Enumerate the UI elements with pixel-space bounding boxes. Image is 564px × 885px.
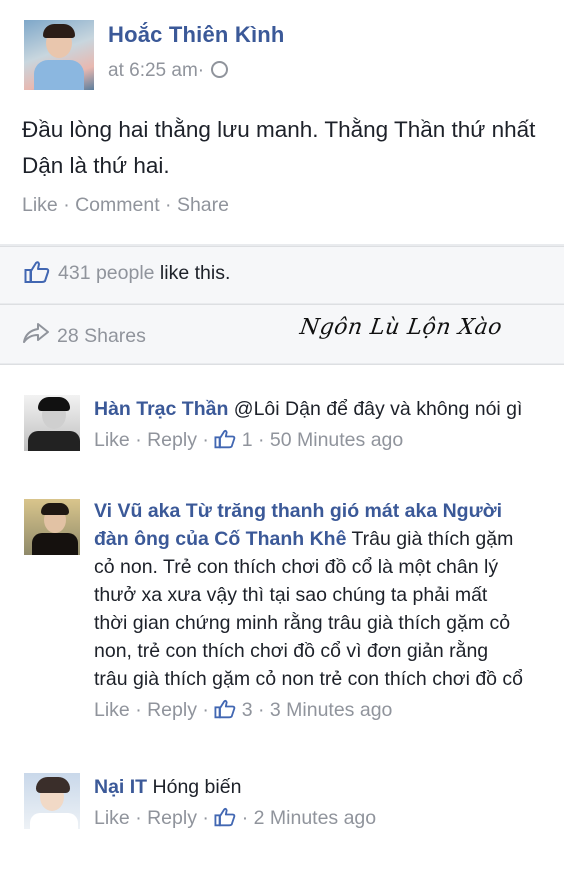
avatar-figure-hair [38,397,70,411]
globe-icon [211,61,229,79]
comment-like-reply[interactable]: Like · Reply · [94,807,214,829]
author-avatar[interactable] [24,20,94,90]
commenter-avatar[interactable] [24,773,80,829]
post-timestamp[interactable]: at 6:25 am· [108,60,229,82]
likes-summary-row[interactable]: 431 people like this. [0,246,564,303]
like-thumb-icon [214,429,236,449]
avatar-figure-body [34,60,84,90]
comment-message: Trâu già thích gặm cỏ non. Trẻ con thích… [94,528,524,690]
share-arrow-icon [23,323,49,343]
comment-actions[interactable]: Like · Reply · 3 · 3 Minutes ago [94,699,524,722]
commenter-avatar[interactable] [24,499,80,555]
commenter-name[interactable]: Hàn Trạc Thần [94,398,228,420]
comment-message: Hóng biến [147,776,242,798]
post-time-text: at 6:25 am· [108,60,205,81]
avatar-figure-body [30,813,78,829]
comment-body: Hàn Trạc Thần @Lôi Dận để đây và không n… [94,395,524,452]
comment-text: Vi Vũ aka Từ trăng thanh gió mát aka Ngư… [94,497,524,693]
comments-section: Hàn Trạc Thần @Lôi Dận để đây và không n… [0,364,564,885]
shares-count[interactable]: 28 Shares [57,325,146,348]
avatar-figure-body [28,431,80,451]
likes-text: 431 people like this. [58,262,230,285]
comment-meta: 1 · 50 Minutes ago [241,429,404,451]
commenter-avatar[interactable] [24,395,80,451]
shares-summary-row[interactable]: 28 Shares Ngôn Lù Lộn Xào [0,304,564,363]
comment-like-reply[interactable]: Like · Reply · [94,429,214,451]
watermark-text: Ngôn Lù Lộn Xào [298,315,504,340]
avatar-figure-hair [43,24,75,38]
likes-suffix: like this. [154,262,231,284]
avatar-figure-hair [36,777,70,793]
avatar-figure-hair [41,503,69,515]
comment-meta: · 2 Minutes ago [241,807,377,829]
comment-text: Nại IT Hóng biến [94,773,524,801]
facebook-post-page: Hoắc Thiên Kình at 6:25 am· Đầu lòng hai… [0,0,564,885]
likes-count[interactable]: 431 people [58,262,155,284]
comment-text: Hàn Trạc Thần @Lôi Dận để đây và không n… [94,395,524,423]
commenter-name[interactable]: Nại IT [94,776,147,798]
post-card: Hoắc Thiên Kình at 6:25 am· Đầu lòng hai… [0,0,564,244]
like-thumb-icon [214,807,236,827]
post-body-text: Đầu lòng hai thằng lưu manh. Thằng Thần … [22,117,536,178]
comment-body: Vi Vũ aka Từ trăng thanh gió mát aka Ngư… [94,497,524,722]
comment-actions[interactable]: Like · Reply · 1 · 50 Minutes ago [94,429,524,452]
author-name[interactable]: Hoắc Thiên Kình [108,22,285,48]
comment-like-reply[interactable]: Like · Reply · [94,699,214,721]
comment-body: Nại IT Hóng biến Like · Reply · · 2 Minu… [94,773,524,830]
like-thumb-icon [24,261,50,283]
comment-actions[interactable]: Like · Reply · · 2 Minutes ago [94,807,524,830]
comment-meta: 3 · 3 Minutes ago [241,699,393,721]
post-action-links[interactable]: Like · Comment · Share [22,194,229,217]
like-thumb-icon [214,699,236,719]
avatar-figure-body [32,533,78,555]
comment-message: @Lôi Dận để đây và không nói gì [228,398,523,420]
